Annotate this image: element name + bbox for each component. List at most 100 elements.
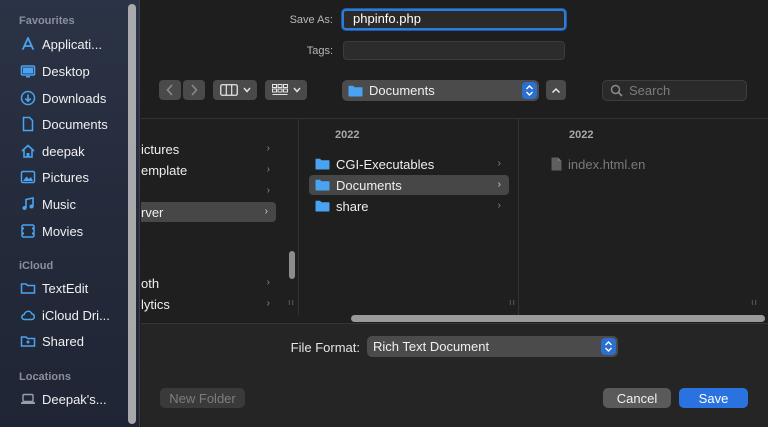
columns-view-icon	[219, 84, 238, 96]
forward-button[interactable]	[183, 80, 205, 100]
location-popup[interactable]: Documents	[342, 80, 539, 101]
sidebar-item-applications[interactable]: Applicati...	[20, 33, 126, 55]
save-as-label: Save As:	[289, 14, 333, 26]
chevron-left-icon	[166, 84, 173, 96]
view-mode-button[interactable]	[213, 80, 257, 100]
sidebar-item-label: TextEdit	[42, 280, 89, 296]
sidebar-scrollbar[interactable]	[128, 4, 136, 424]
sidebar-section-favourites: Favourites	[19, 15, 75, 27]
home-icon	[21, 144, 35, 158]
sidebar-item-pictures[interactable]: Pictures	[20, 166, 126, 188]
sidebar-item-label: Shared	[42, 333, 84, 349]
sidebar-item-label: Movies	[42, 223, 84, 239]
sidebar: Favourites Applicati... Desktop Download…	[0, 0, 140, 427]
folder-icon	[348, 85, 363, 96]
sidebar-item-label: Music	[42, 196, 76, 212]
downloads-icon	[20, 90, 36, 106]
list-item[interactable]: ›	[141, 181, 278, 201]
search-placeholder: Search	[629, 83, 671, 98]
folder-icon	[315, 179, 330, 191]
search-field[interactable]: Search	[602, 80, 747, 101]
sidebar-item-label: Deepak's...	[42, 391, 107, 407]
browser-column-2: 2022 CGI-Executables › Documents › share › …	[299, 119, 519, 315]
sidebar-item-documents[interactable]: Documents	[20, 113, 126, 135]
sidebar-item-label: Applicati...	[42, 36, 102, 52]
tags-label: Tags:	[306, 45, 333, 57]
browser-column-1: ictures › emplate › › rver › oth › lytics › ı…	[141, 119, 299, 315]
sidebar-item-icloud-drive[interactable]: iCloud Dri...	[20, 304, 126, 326]
list-item[interactable]: oth ›	[141, 273, 278, 293]
column-header: 2022	[569, 129, 594, 141]
file-format-popup[interactable]: Rich Text Document	[367, 336, 618, 357]
chevron-right-icon	[191, 84, 198, 96]
sidebar-item-label: deepak	[42, 143, 85, 159]
applications-icon	[22, 37, 34, 50]
back-button[interactable]	[159, 80, 181, 100]
column-resize-handle[interactable]: ıı	[288, 297, 295, 307]
column-header: 2022	[335, 129, 360, 141]
sidebar-item-desktop[interactable]: Desktop	[20, 60, 126, 82]
list-item-selected[interactable]: rver ›	[141, 202, 276, 222]
column-resize-handle[interactable]: ıı	[751, 297, 758, 307]
horizontal-scrollbar[interactable]	[351, 315, 765, 322]
pictures-icon	[20, 170, 36, 184]
new-folder-button[interactable]: New Folder	[160, 388, 245, 408]
sidebar-item-label: Desktop	[42, 63, 90, 79]
sidebar-item-computer[interactable]: Deepak's...	[20, 388, 126, 410]
tags-input[interactable]	[343, 41, 565, 60]
file-format-stepper	[601, 338, 616, 355]
collapse-button[interactable]	[546, 80, 566, 100]
bottom-bar: File Format: Rich Text Document New Fold…	[141, 323, 768, 427]
sidebar-item-label: Documents	[42, 116, 108, 132]
list-item[interactable]: CGI-Executables ›	[309, 154, 509, 174]
sidebar-item-label: Pictures	[42, 169, 89, 185]
sidebar-item-textedit[interactable]: TextEdit	[20, 277, 126, 299]
sidebar-item-movies[interactable]: Movies	[20, 220, 126, 242]
file-format-value: Rich Text Document	[373, 339, 490, 354]
list-item-selected[interactable]: Documents ›	[309, 175, 509, 195]
sidebar-item-label: iCloud Dri...	[42, 307, 110, 323]
sidebar-item-home[interactable]: deepak	[20, 140, 126, 162]
document-icon	[22, 116, 34, 132]
list-item[interactable]: emplate ›	[141, 160, 278, 180]
chevron-down-icon	[292, 87, 301, 93]
sidebar-section-icloud: iCloud	[19, 260, 54, 272]
group-button[interactable]	[265, 80, 307, 100]
sidebar-section-locations: Locations	[19, 371, 71, 383]
music-icon	[22, 197, 34, 210]
search-icon	[610, 84, 623, 97]
cancel-button[interactable]: Cancel	[603, 388, 671, 408]
up-down-icon	[605, 341, 612, 352]
chevron-up-icon	[551, 87, 561, 93]
list-item[interactable]: share ›	[309, 196, 509, 216]
folder-icon	[315, 158, 330, 170]
folder-icon	[20, 283, 36, 294]
save-as-input[interactable]: phpinfo.php	[342, 9, 566, 30]
column-1-scrollbar[interactable]	[289, 251, 295, 279]
folder-icon	[315, 200, 330, 212]
list-item-disabled: index.html.en	[537, 154, 737, 174]
laptop-icon	[21, 393, 35, 404]
file-icon	[551, 157, 562, 171]
save-dialog: Save As: phpinfo.php Tags: Documents Sea…	[141, 0, 768, 427]
grid-icon	[271, 84, 288, 95]
sidebar-item-shared[interactable]: Shared	[20, 330, 126, 352]
desktop-icon	[20, 65, 36, 78]
movies-icon	[21, 224, 35, 238]
location-label: Documents	[369, 83, 435, 98]
file-browser: ictures › emplate › › rver › oth › lytics › ı…	[141, 118, 768, 322]
column-resize-handle[interactable]: ıı	[509, 297, 516, 307]
sidebar-item-label: Downloads	[42, 90, 107, 106]
up-down-icon	[526, 85, 533, 96]
chevron-down-icon	[242, 87, 251, 93]
sidebar-item-music[interactable]: Music	[20, 193, 126, 215]
save-button[interactable]: Save	[679, 388, 748, 408]
list-item[interactable]: lytics ›	[141, 294, 278, 314]
sidebar-item-downloads[interactable]: Downloads	[20, 87, 126, 109]
location-stepper	[522, 82, 537, 99]
browser-column-3: 2022 index.html.en ıı	[519, 119, 768, 315]
shared-folder-icon	[20, 336, 36, 347]
list-item[interactable]: ictures ›	[141, 139, 278, 159]
file-format-label: File Format:	[290, 340, 360, 355]
cloud-icon	[21, 310, 36, 321]
